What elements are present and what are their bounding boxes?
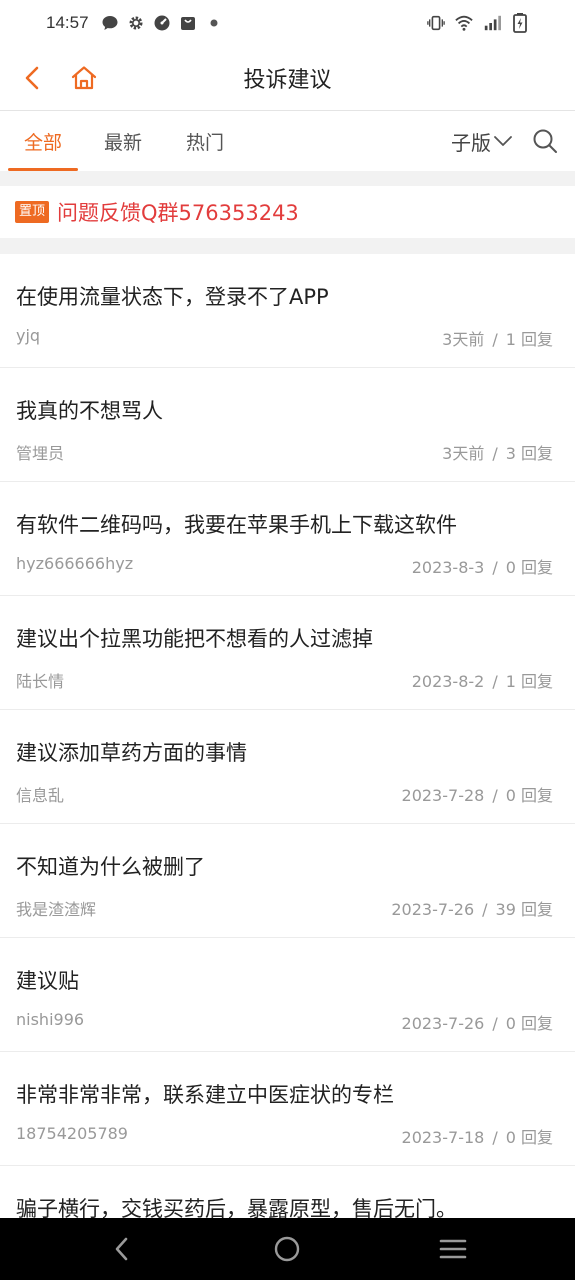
- post-item[interactable]: 建议贴 nishi996 2023-7-26 / 0 回复: [0, 938, 575, 1052]
- meta-separator: /: [492, 672, 498, 691]
- meta-separator: /: [492, 444, 498, 463]
- post-meta: 2023-7-18 / 0 回复: [402, 1124, 553, 1148]
- post-meta: 3天前 / 1 回复: [442, 326, 553, 350]
- back-button[interactable]: [16, 62, 48, 94]
- post-time: 2023-8-3: [411, 558, 485, 577]
- system-nav-bar: [0, 1218, 575, 1280]
- post-title: 有软件二维码吗，我要在苹果手机上下载这软件: [16, 513, 457, 537]
- post-author: nishi996: [16, 1010, 85, 1029]
- post-author: hyz666666hyz: [16, 554, 134, 573]
- post-replies: 1 回复: [505, 330, 553, 349]
- status-time: 14:57: [46, 13, 89, 32]
- post-item[interactable]: 骗子横行，交钱买药后，暴露原型，售后无门。: [0, 1166, 575, 1218]
- system-back-button[interactable]: [106, 1233, 138, 1265]
- post-author: 我是渣渣辉: [16, 900, 97, 919]
- battery-charging-icon: [511, 13, 529, 33]
- pinned-badge: 置顶: [15, 201, 50, 223]
- meta-separator: /: [492, 330, 498, 349]
- post-item[interactable]: 我真的不想骂人 管埋员 3天前 / 3 回复: [0, 368, 575, 482]
- post-replies: 39 回复: [495, 900, 553, 919]
- post-time: 3天前: [442, 330, 485, 349]
- post-time: 2023-7-18: [401, 1128, 485, 1147]
- section-divider: [0, 171, 575, 186]
- meta-separator: /: [492, 1128, 498, 1147]
- pinned-post-title: 问题反馈Q群576353243: [57, 201, 299, 225]
- subforum-label: 子版: [451, 130, 491, 155]
- subforum-dropdown[interactable]: 子版: [451, 111, 513, 171]
- post-author: yjq: [16, 326, 41, 345]
- post-item[interactable]: 不知道为什么被删了 我是渣渣辉 2023-7-26 / 39 回复: [0, 824, 575, 938]
- post-title: 我真的不想骂人: [16, 399, 163, 423]
- post-item[interactable]: 有软件二维码吗，我要在苹果手机上下载这软件 hyz666666hyz 2023-…: [0, 482, 575, 596]
- post-author: 信息乱: [16, 786, 65, 805]
- post-replies: 0 回复: [505, 1014, 553, 1033]
- tab-label: 最新: [104, 131, 143, 154]
- meta-separator: /: [492, 1014, 498, 1033]
- post-meta: 2023-8-2 / 1 回复: [412, 668, 553, 692]
- home-button[interactable]: [68, 62, 100, 94]
- post-title: 建议添加草药方面的事情: [16, 741, 247, 765]
- post-author: 管埋员: [16, 444, 65, 463]
- post-title: 骗子横行，交钱买药后，暴露原型，售后无门。: [16, 1197, 457, 1218]
- chevron-down-icon: [494, 136, 512, 146]
- post-item[interactable]: 建议添加草药方面的事情 信息乱 2023-7-28 / 0 回复: [0, 710, 575, 824]
- home-circle-icon: [274, 1236, 300, 1262]
- tab-label: 全部: [24, 131, 63, 154]
- search-icon: [533, 129, 557, 153]
- post-meta: 3天前 / 3 回复: [442, 440, 553, 464]
- system-recents-button[interactable]: [437, 1233, 469, 1265]
- post-title: 建议出个拉黑功能把不想看的人过滤掉: [16, 627, 373, 651]
- post-title: 非常非常非常，联系建立中医症状的专栏: [16, 1083, 394, 1107]
- post-time: 3天前: [442, 444, 485, 463]
- signal-icon: [483, 14, 501, 32]
- post-item[interactable]: 在使用流量状态下，登录不了APP yjq 3天前 / 1 回复: [0, 254, 575, 368]
- post-replies: 0 回复: [505, 1128, 553, 1147]
- meta-separator: /: [492, 558, 498, 577]
- post-time: 2023-7-26: [391, 900, 475, 919]
- post-item[interactable]: 建议出个拉黑功能把不想看的人过滤掉 陆长情 2023-8-2 / 1 回复: [0, 596, 575, 710]
- tab-bar: 全部 最新 热门 子版: [0, 111, 575, 171]
- post-author: 18754205789: [16, 1124, 128, 1143]
- vibrate-icon: [427, 14, 445, 32]
- post-list: 在使用流量状态下，登录不了APP yjq 3天前 / 1 回复 我真的不想骂人 管埋…: [0, 254, 575, 1218]
- tab-all[interactable]: 全部: [8, 111, 79, 171]
- post-time: 2023-7-26: [401, 1014, 485, 1033]
- tab-latest[interactable]: 最新: [104, 111, 142, 171]
- home-icon: [71, 66, 97, 90]
- bag-icon: [179, 14, 197, 32]
- post-item[interactable]: 非常非常非常，联系建立中医症状的专栏 18754205789 2023-7-18…: [0, 1052, 575, 1166]
- status-bar: 14:57: [0, 0, 575, 46]
- post-meta: 2023-7-26 / 0 回复: [402, 1010, 553, 1034]
- post-title: 在使用流量状态下，登录不了APP: [16, 285, 329, 309]
- post-meta: 2023-8-3 / 0 回复: [412, 554, 553, 578]
- post-replies: 1 回复: [505, 672, 553, 691]
- post-replies: 0 回复: [505, 786, 553, 805]
- post-title: 建议贴: [16, 969, 79, 993]
- meta-separator: /: [492, 786, 498, 805]
- speedometer-icon: [153, 14, 171, 32]
- gear-icon: [127, 14, 145, 32]
- nav-bar: 投诉建议: [0, 46, 575, 111]
- meta-separator: /: [482, 900, 488, 919]
- post-title: 不知道为什么被删了: [16, 855, 205, 879]
- dot-icon: [205, 14, 223, 32]
- system-home-button[interactable]: [271, 1233, 303, 1265]
- search-button[interactable]: [529, 125, 561, 157]
- recents-menu-icon: [439, 1239, 467, 1259]
- post-replies: 0 回复: [505, 558, 553, 577]
- post-meta: 2023-7-26 / 39 回复: [391, 896, 553, 920]
- chat-bubble-icon: [101, 14, 119, 32]
- section-divider: [0, 238, 575, 254]
- post-time: 2023-8-2: [411, 672, 485, 691]
- tab-label: 热门: [186, 131, 225, 154]
- post-author: 陆长情: [16, 672, 65, 691]
- pinned-post[interactable]: 置顶 问题反馈Q群576353243: [0, 186, 575, 238]
- post-meta: 2023-7-28 / 0 回复: [402, 782, 553, 806]
- back-arrow-icon: [25, 66, 39, 90]
- wifi-icon: [455, 14, 473, 32]
- post-replies: 3 回复: [505, 444, 553, 463]
- tab-hot[interactable]: 热门: [186, 111, 224, 171]
- post-time: 2023-7-28: [401, 786, 485, 805]
- back-triangle-icon: [115, 1237, 128, 1261]
